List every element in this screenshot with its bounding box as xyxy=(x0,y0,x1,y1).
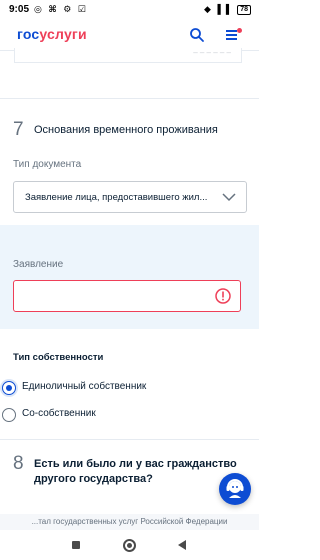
notification-icons: ◎ ⌘ ⚙ ☑ xyxy=(34,4,88,14)
section-8-title-line2: другого государства? xyxy=(34,473,153,485)
section-divider xyxy=(0,439,259,440)
previous-card: – – – – – – xyxy=(14,48,242,63)
doc-type-label: Тип документа xyxy=(13,159,82,170)
gosuslugi-logo[interactable]: госуслуги xyxy=(17,26,87,42)
back-icon[interactable] xyxy=(178,540,186,550)
menu-icon[interactable] xyxy=(226,28,242,42)
notification-dot-icon xyxy=(237,28,242,33)
support-agent-icon xyxy=(226,479,244,498)
support-chat-button[interactable] xyxy=(219,473,251,505)
ownership-title: Тип собственности xyxy=(13,352,104,363)
section-8-number: 8 xyxy=(13,453,24,474)
section-7-title: Основания временного проживания xyxy=(34,124,218,136)
status-time: 9:05 xyxy=(9,4,30,15)
prev-card-fragment: – – – – – – xyxy=(193,48,231,57)
system-nav-bar xyxy=(0,530,259,560)
doc-type-value: Заявление лица, предоставившего жил... xyxy=(25,192,208,203)
radio-co-owner[interactable] xyxy=(2,408,16,422)
statement-input[interactable] xyxy=(13,280,241,312)
app-header: госуслуги xyxy=(0,20,259,51)
radio-co-owner-label[interactable]: Со-собственник xyxy=(22,408,96,419)
battery-icon: 78 xyxy=(237,4,251,15)
system-icons: ◆ ▌▌ 78 xyxy=(204,4,251,15)
statement-label: Заявление xyxy=(13,259,64,270)
footer-portal-text: ...тал государственных услуг Российской … xyxy=(0,514,259,530)
section-7-number: 7 xyxy=(13,119,24,140)
radio-sole-owner-label[interactable]: Единоличный собственник xyxy=(22,381,146,392)
recent-apps-icon[interactable] xyxy=(72,541,80,549)
radio-sole-owner[interactable] xyxy=(2,381,16,395)
search-icon[interactable] xyxy=(189,27,205,43)
section-divider xyxy=(0,98,259,99)
chevron-down-icon xyxy=(222,193,236,202)
status-bar: 9:05 ◎ ⌘ ⚙ ☑ ◆ ▌▌ 78 xyxy=(0,0,259,20)
error-icon xyxy=(215,288,231,304)
doc-type-select[interactable]: Заявление лица, предоставившего жил... xyxy=(13,181,247,213)
statement-upload-area xyxy=(0,225,259,329)
home-icon[interactable] xyxy=(123,539,136,552)
signal-icon: ◆ ▌▌ xyxy=(204,4,235,14)
section-8-title-line1: Есть или было ли у вас гражданство xyxy=(34,458,237,470)
